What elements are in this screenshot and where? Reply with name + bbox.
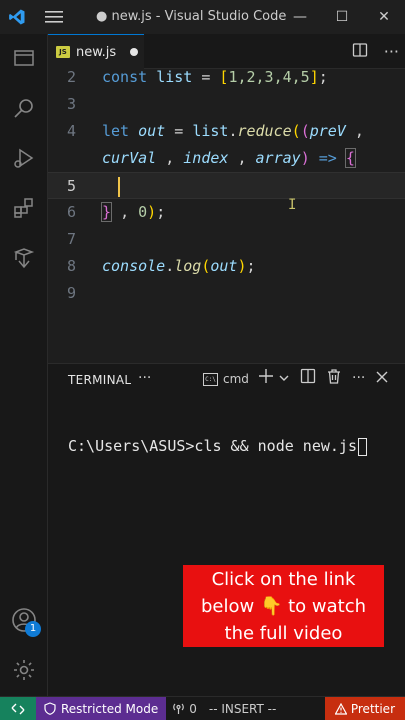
gear-icon[interactable] [0,646,48,694]
window-title: ● new.js - Visual Studio Code [96,9,287,24]
add-terminal-icon[interactable] [258,368,274,388]
code-line: 4 let out = list.reduce((preV , [66,122,364,140]
extensions-icon[interactable] [0,184,48,232]
code-line: 2 const list = [1,2,3,4,5]; [66,68,328,86]
vscode-logo-icon [0,0,34,34]
promo-line: Click on the link [211,569,356,590]
terminal-kind-label: cmd [223,372,249,386]
status-bar: Restricted Mode 0 -- INSERT -- Prettier [0,696,405,720]
ports-button[interactable]: 0 [166,697,203,720]
run-debug-icon[interactable] [0,134,48,182]
js-file-icon: JS [56,46,70,58]
tab-terminal[interactable]: TERMINAL [68,373,131,387]
close-icon[interactable] [375,369,389,388]
code-line: 6 } , 0); [66,202,166,222]
warning-icon [334,703,347,715]
code-line: curVal , index , array) => { [102,148,356,168]
code-line: 8 console.log(out); [66,257,256,275]
remote-indicator-icon[interactable] [0,696,36,720]
title-bar: ● new.js - Visual Studio Code — ☐ ✕ [0,0,405,34]
promo-line: below 👇 to watch [201,596,366,617]
panel-more-icon[interactable]: ··· [138,370,151,386]
split-editor-icon[interactable] [352,42,368,62]
maximize-button[interactable]: ☐ [321,0,363,34]
activity-bar: 1 [0,34,48,696]
prettier-label: Prettier [350,702,395,716]
search-icon[interactable] [0,84,48,132]
cmd-terminal-icon: C:\ [203,372,218,386]
unsaved-dot-icon[interactable] [130,48,139,56]
prettier-button[interactable]: Prettier [324,697,405,720]
ibeam-cursor-icon: I [288,197,297,213]
code-line: 7 [66,230,76,248]
vim-mode-indicator: -- INSERT -- [208,701,277,716]
promo-line: the full video [224,623,343,644]
broadcast-icon [173,703,185,714]
code-line: 9 [66,284,76,302]
files-icon[interactable] [0,34,48,82]
promo-banner: Click on the link below 👇 to watch the f… [183,565,384,647]
terminal-cursor [357,437,367,456]
chevron-down-icon[interactable] [278,369,290,388]
remote-explorer-icon[interactable] [0,234,48,282]
restricted-mode-button[interactable]: Restricted Mode [36,696,167,720]
shield-icon [44,702,56,715]
menu-icon[interactable] [34,0,74,34]
code-editor[interactable]: 2 const list = [1,2,3,4,5]; 3 4 let out … [48,68,405,363]
close-window-button[interactable]: ✕ [363,0,405,34]
account-badge: 1 [25,621,41,637]
terminal-selector[interactable]: C:\ cmd [203,372,249,386]
trash-icon[interactable] [326,368,342,388]
terminal-prompt: C:\Users\ASUS>cls && node new.js [68,437,357,455]
restricted-mode-label: Restricted Mode [61,701,159,716]
code-line: 3 [66,95,76,113]
text-cursor [118,176,120,197]
split-terminal-icon[interactable] [300,368,316,388]
more-actions-icon[interactable]: ··· [384,42,399,61]
more-icon[interactable]: ··· [352,370,365,386]
tab-label: new.js [76,44,117,60]
minimize-button[interactable]: — [279,0,321,34]
ports-count: 0 [189,701,197,716]
account-icon[interactable] [0,596,48,644]
code-line-active: 5 [48,172,405,199]
terminal-output[interactable]: C:\Users\ASUS>cls && node new.js [68,437,367,456]
